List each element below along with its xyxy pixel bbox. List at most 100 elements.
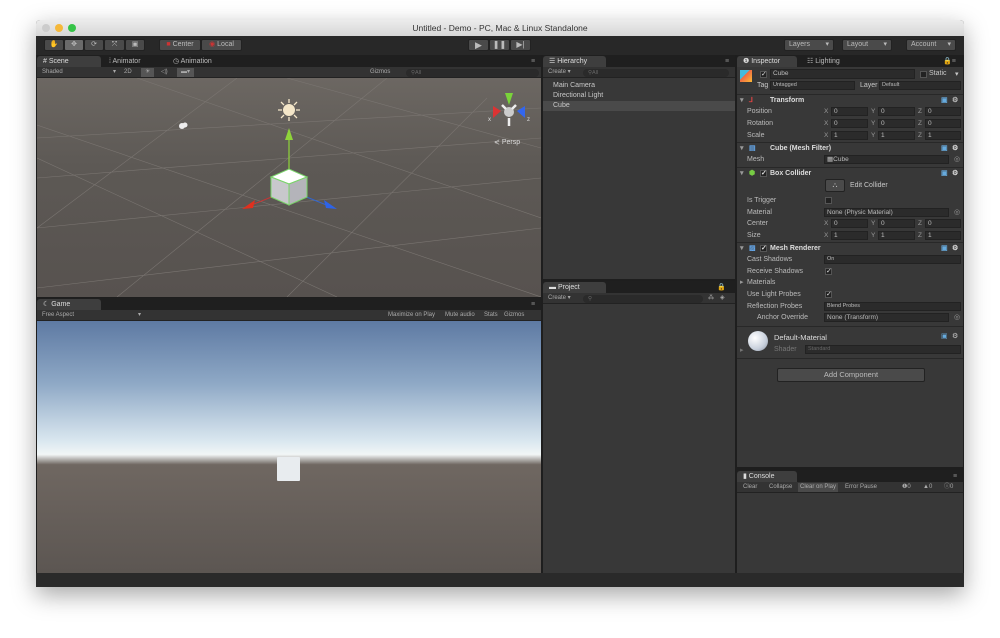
panel-menu-icon[interactable]: ≡ (947, 471, 963, 482)
persp-label[interactable]: ⋞ Persp (494, 138, 520, 146)
create-dropdown[interactable]: Create ▾ (548, 68, 571, 77)
mute-audio-toggle[interactable]: Mute audio (445, 311, 475, 320)
scale-y-input[interactable]: 1 (878, 131, 915, 140)
tab-project[interactable]: ▬ Project (543, 282, 606, 293)
error-pause-toggle[interactable]: Error Pause (845, 483, 877, 492)
rect-tool-button[interactable]: ▣ (125, 39, 145, 51)
orientation-gizmo[interactable]: x z (488, 93, 530, 126)
tab-animator[interactable]: ⁞ Animator (103, 56, 147, 67)
active-checkbox[interactable]: ✓ (760, 71, 767, 78)
size-y-input[interactable]: 1 (878, 231, 915, 240)
shading-dropdown[interactable]: Shaded (42, 68, 63, 77)
lock-icon[interactable]: 🔒≡ (711, 282, 735, 302)
lock-icon[interactable]: 🔒≡ (937, 56, 962, 67)
create-dropdown[interactable]: Create ▾ (548, 294, 571, 303)
object-picker-icon[interactable]: ◎ (954, 312, 960, 323)
sun-icon[interactable] (278, 99, 300, 121)
tab-console[interactable]: ▮ Console (737, 471, 797, 482)
gizmos-dropdown[interactable]: Gizmos (504, 311, 524, 320)
hierarchy-item-cube[interactable]: Cube (543, 101, 735, 111)
tab-animation[interactable]: ◷ Animation (167, 56, 218, 67)
hierarchy-item-directional-light[interactable]: Directional Light (543, 91, 735, 101)
lighting-toggle[interactable]: ☀ (141, 68, 155, 77)
z-axis-handle[interactable] (324, 200, 337, 209)
log-count-toggle[interactable]: ❶0 (902, 483, 911, 492)
gizmos-dropdown[interactable]: Gizmos (370, 68, 390, 77)
object-name-input[interactable]: Cube (770, 69, 915, 79)
mesh-field[interactable]: ▦Cube (824, 155, 949, 164)
stats-toggle[interactable]: Stats (484, 311, 498, 320)
gear-icon[interactable]: ⚙ (952, 168, 958, 180)
size-x-input[interactable]: 1 (831, 231, 868, 240)
panel-menu-icon[interactable]: ≡ (525, 299, 541, 310)
rotate-tool-button[interactable]: ⟳ (84, 39, 104, 51)
tab-scene[interactable]: # Scene (37, 56, 101, 67)
filter-label-icon[interactable]: ◈ (720, 294, 725, 303)
maximize-on-play-toggle[interactable]: Maximize on Play (388, 311, 435, 320)
position-z-input[interactable]: 0 (925, 107, 961, 116)
camera-icon[interactable] (179, 122, 188, 130)
gear-icon[interactable]: ⚙ (952, 332, 958, 340)
use-light-probes-checkbox[interactable]: ✓ (825, 291, 832, 298)
panel-menu-icon[interactable]: ≡ (525, 56, 541, 67)
clear-button[interactable]: Clear (743, 483, 757, 492)
2d-toggle[interactable]: 2D (124, 68, 132, 77)
audio-toggle[interactable]: ◁) (161, 68, 168, 77)
hierarchy-search-input[interactable]: ⚲All (583, 68, 729, 77)
box-collider-header[interactable]: ▾ ⬢ ✓ Box Collider ▣ ⚙ (737, 167, 963, 179)
clear-on-play-toggle[interactable]: Clear on Play (798, 483, 839, 492)
object-picker-icon[interactable]: ◎ (954, 207, 960, 218)
is-trigger-checkbox[interactable] (825, 197, 832, 204)
materials-foldout[interactable]: ▸ Materials (737, 277, 963, 288)
center-x-input[interactable]: 0 (831, 219, 868, 228)
physic-material-field[interactable]: None (Physic Material) (824, 208, 949, 217)
play-button[interactable]: ▶ (468, 39, 489, 51)
tab-game[interactable]: ☾ Game (37, 299, 101, 310)
rotation-x-input[interactable]: 0 (831, 119, 868, 128)
layout-dropdown[interactable]: Layout ▾ (842, 39, 892, 51)
help-icon[interactable]: ▣ (941, 168, 948, 180)
object-picker-icon[interactable]: ◎ (954, 154, 960, 165)
tag-dropdown[interactable]: Untagged (770, 81, 855, 90)
zoom-button[interactable] (68, 24, 76, 32)
add-component-button[interactable]: Add Component (777, 368, 925, 382)
static-checkbox[interactable] (920, 71, 927, 78)
close-button[interactable] (42, 24, 50, 32)
hierarchy-item-main-camera[interactable]: Main Camera (543, 81, 735, 91)
layers-dropdown[interactable]: Layers ▾ (784, 39, 834, 51)
rotation-z-input[interactable]: 0 (925, 119, 961, 128)
scale-x-input[interactable]: 1 (831, 131, 868, 140)
error-count-toggle[interactable]: ⓘ0 (944, 483, 953, 492)
effects-toggle[interactable]: ▬▾ (177, 68, 195, 77)
hand-tool-button[interactable]: ✋ (44, 39, 64, 51)
aspect-dropdown[interactable]: Free Aspect (42, 311, 74, 320)
mesh-filter-header[interactable]: ▾ ▤ Cube (Mesh Filter) ▣ ⚙ (737, 142, 963, 154)
receive-shadows-checkbox[interactable]: ✓ (825, 268, 832, 275)
minimize-button[interactable] (55, 24, 63, 32)
tab-inspector[interactable]: ❶ Inspector (737, 56, 797, 67)
edit-collider-button[interactable]: ⛬ (825, 179, 845, 192)
layer-dropdown[interactable]: Default (879, 81, 961, 90)
scene-view[interactable]: x z ⋞ Persp (37, 78, 541, 297)
material-foldout-icon[interactable]: ▸ (740, 346, 744, 354)
pivot-local-button[interactable]: ◉ Local (201, 39, 242, 51)
transform-header[interactable]: ▾ ⅃ Transform ▣ ⚙ (737, 94, 963, 106)
reflection-probes-dropdown[interactable]: Blend Probes (824, 302, 961, 311)
anchor-override-field[interactable]: None (Transform) (824, 313, 949, 322)
project-search-input[interactable]: ⚲ (583, 294, 703, 303)
collapse-toggle[interactable]: Collapse (769, 483, 792, 492)
scene-search-input[interactable]: ⚲All (406, 68, 539, 77)
chevron-down-icon[interactable]: ▾ (955, 70, 959, 78)
scale-tool-button[interactable]: ⤧ (104, 39, 125, 51)
panel-menu-icon[interactable]: ≡ (719, 56, 735, 67)
account-dropdown[interactable]: Account ▾ (906, 39, 956, 51)
warning-count-toggle[interactable]: ▲0 (923, 483, 932, 492)
help-icon[interactable]: ▣ (941, 332, 948, 340)
center-y-input[interactable]: 0 (878, 219, 915, 228)
move-tool-button[interactable]: ✥ (64, 39, 84, 51)
mesh-renderer-header[interactable]: ▾ ▨ ✓ Mesh Renderer ▣ ⚙ (737, 242, 963, 254)
center-z-input[interactable]: 0 (925, 219, 961, 228)
rotation-y-input[interactable]: 0 (878, 119, 915, 128)
pivot-center-button[interactable]: ■ Center (159, 39, 201, 51)
cube-object[interactable] (269, 168, 309, 206)
